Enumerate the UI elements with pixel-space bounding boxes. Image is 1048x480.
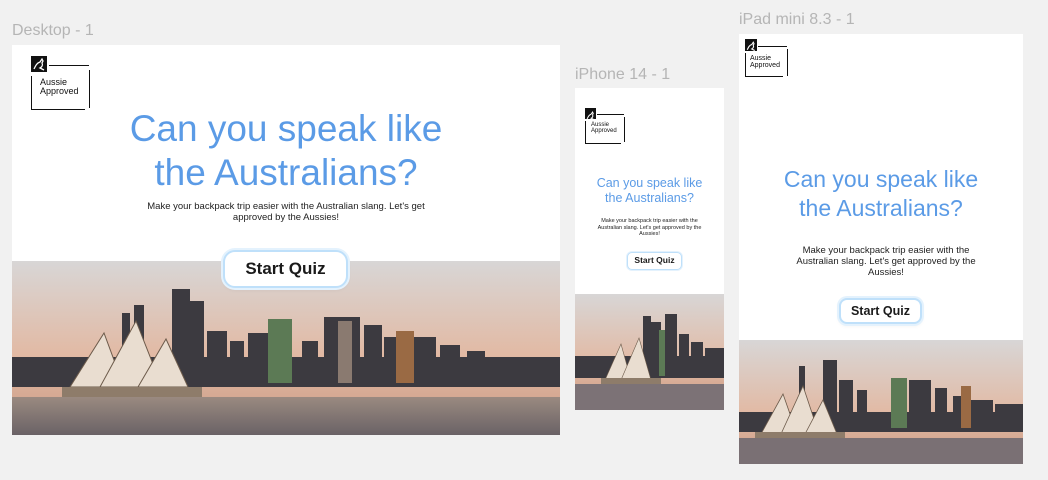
desktop-frame: Aussie Approved Can you speak like the A… [12, 45, 560, 435]
headline-line-2: the Australians? [605, 191, 694, 205]
headline-line-2: the Australians? [154, 152, 418, 193]
headline-line-1: Can you speak like [596, 176, 703, 190]
subtitle: Make your backpack trip easier with the … [796, 245, 976, 278]
desktop-frame-label: Desktop - 1 [12, 22, 94, 39]
headline-line-1: Can you speak like [129, 108, 443, 149]
page-title: Can you speak like the Australians? [12, 107, 560, 195]
kangaroo-icon [31, 56, 47, 72]
logo-text: Aussie Approved [591, 122, 617, 135]
headline-line-1: Can you speak like [783, 166, 979, 192]
start-quiz-button[interactable]: Start Quiz [627, 252, 682, 270]
headline-line-2: the Australians? [799, 195, 963, 221]
ipad-frame: Aussie Approved Can you speak like the A… [739, 34, 1023, 464]
kangaroo-icon [585, 108, 596, 121]
subtitle: Make your backpack trip easier with the … [147, 201, 425, 223]
iphone-frame-label: iPhone 14 - 1 [575, 66, 671, 83]
page-title: Can you speak like the Australians? [739, 165, 1023, 223]
logo-line-2: Approved [750, 62, 780, 70]
start-quiz-button[interactable]: Start Quiz [223, 250, 348, 288]
subtitle: Make your backpack trip easier with the … [597, 218, 702, 237]
logo: Aussie Approved [745, 39, 788, 79]
ipad-frame-label: iPad mini 8.3 - 1 [739, 11, 855, 28]
logo-line-1: Aussie [591, 122, 610, 128]
logo-text: Aussie Approved [750, 55, 780, 70]
logo-line-2: Approved [40, 86, 79, 97]
logo: Aussie Approved [585, 108, 625, 145]
start-quiz-button[interactable]: Start Quiz [839, 298, 922, 324]
page-title: Can you speak like the Australians? [575, 176, 724, 206]
logo: Aussie Approved [31, 56, 91, 111]
logo-line-1: Aussie [750, 55, 772, 62]
sydney-skyline-photo [739, 340, 1023, 464]
kangaroo-icon [745, 39, 757, 52]
iphone-frame: Aussie Approved Can you speak like the A… [575, 88, 724, 410]
logo-line-2: Approved [591, 128, 617, 135]
logo-text: Aussie Approved [40, 77, 79, 97]
sydney-skyline-photo [575, 294, 724, 410]
